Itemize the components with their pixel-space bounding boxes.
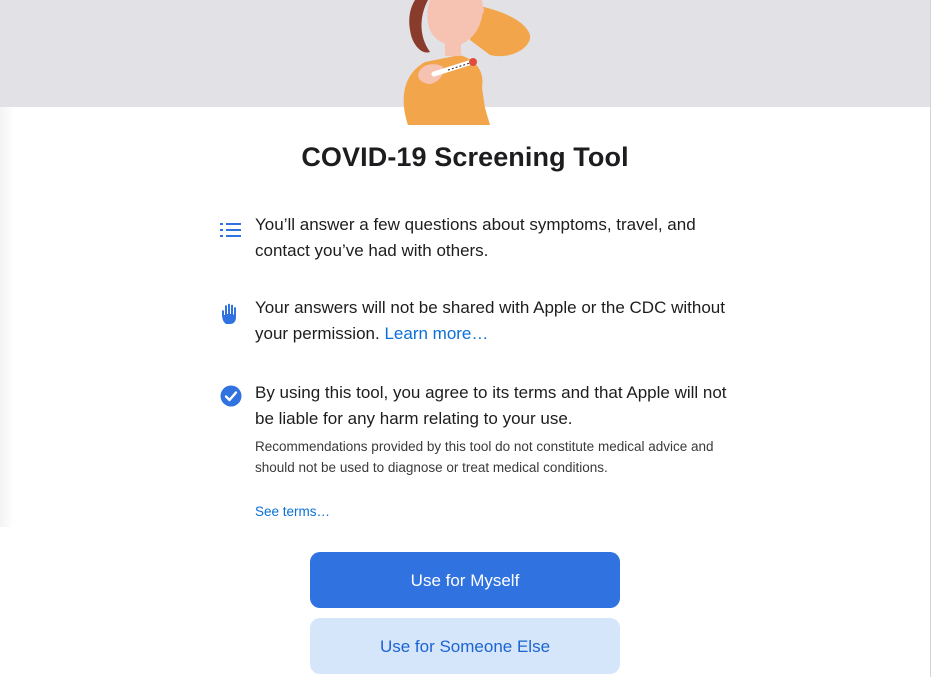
info-text-questions: You’ll answer a few questions about symp…	[255, 215, 696, 260]
use-for-someone-else-button[interactable]: Use for Someone Else	[310, 618, 620, 674]
list-icon	[220, 223, 241, 237]
privacy-statement: Your answers will not be shared with App…	[255, 298, 725, 343]
learn-more-link[interactable]: Learn more…	[384, 324, 488, 343]
hand-icon	[222, 303, 236, 324]
checkmark-circle-icon	[220, 385, 242, 407]
medical-disclaimer: Recommendations provided by this tool do…	[255, 439, 714, 475]
see-terms-link[interactable]: See terms…	[255, 504, 330, 519]
page-title: COVID-19 Screening Tool	[301, 142, 629, 172]
person-with-thermometer-illustration	[403, 0, 531, 125]
info-text-terms: By using this tool, you agree to its ter…	[255, 383, 727, 428]
use-for-myself-button[interactable]: Use for Myself	[310, 552, 620, 608]
screening-page: COVID-19 Screening Tool You’ll answer a …	[0, 0, 951, 677]
window-right-edge	[930, 0, 951, 677]
info-text-privacy: Your answers will not be shared with App…	[255, 295, 735, 347]
